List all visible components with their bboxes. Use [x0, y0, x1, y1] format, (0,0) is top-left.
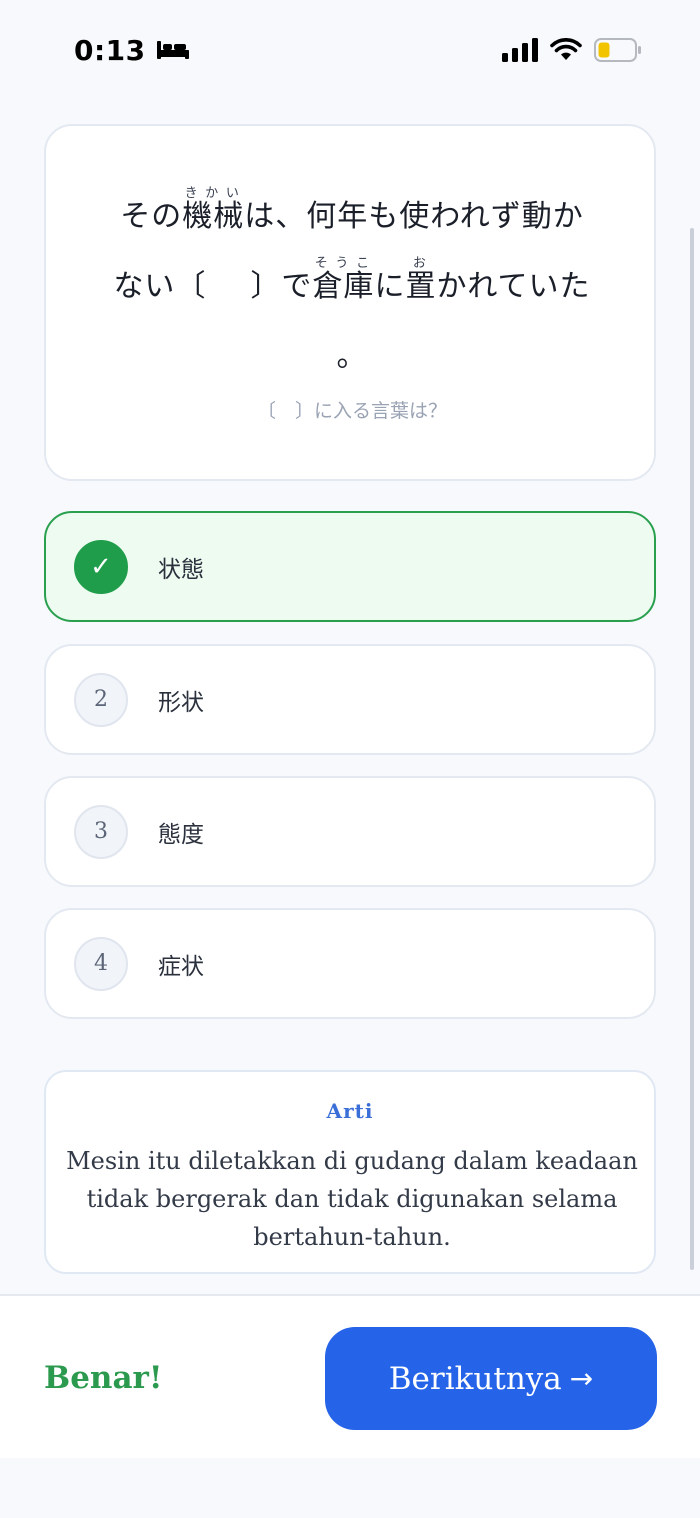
sentence-text: 〕で — [250, 269, 313, 304]
ruby-souko: 倉庫そうこ — [312, 256, 375, 304]
option-2[interactable]: 2 形状 — [44, 644, 656, 755]
option-label: 形状 — [158, 689, 204, 716]
scrollbar[interactable] — [690, 228, 694, 1270]
option-3[interactable]: 3 態度 — [44, 776, 656, 887]
option-label: 態度 — [158, 821, 204, 848]
question-hint: 〔 〕に入る言葉は？ — [256, 400, 447, 422]
sentence-text: に — [374, 269, 406, 304]
bottom-bar: Benar! Berikutnya → — [0, 1294, 700, 1458]
sentence-text: 。 — [336, 339, 368, 374]
option-label: 状態 — [158, 556, 204, 583]
ruby-kikai: 機械きかい — [182, 186, 245, 234]
status-left: 0:13 — [74, 34, 190, 67]
check-icon: ✓ — [74, 539, 128, 594]
translation-card: Arti Mesin itu diletakkan di gudang dala… — [44, 1070, 656, 1274]
sentence-text: ない〔 — [113, 269, 207, 304]
status-right — [502, 38, 642, 62]
kanji-kikai: 機械 — [182, 199, 245, 234]
option-number-badge: 4 — [74, 936, 128, 991]
wifi-icon — [550, 38, 582, 60]
option-4[interactable]: 4 症状 — [44, 908, 656, 1019]
question-card: その機械きかいは、何年も使われず動か ない〔 〕で倉庫そうこに置おかれていた 。 … — [44, 124, 656, 481]
question-sentence: その機械きかいは、何年も使われず動か ない〔 〕で倉庫そうこに置おかれていた 。 — [46, 182, 658, 392]
status-time: 0:13 — [74, 33, 146, 67]
option-number-badge: 2 — [74, 672, 128, 727]
sentence-text: は、何年も使われず動か — [244, 199, 584, 234]
battery-icon — [594, 38, 641, 62]
app-screen: 0:13 その機械きかいは、何年も使われず動か ない〔 〕で倉庫そうこに置おかれ… — [0, 0, 700, 1518]
bed-icon — [156, 41, 189, 59]
next-button-label: Berikutnya — [388, 1360, 562, 1397]
ruby-oku: 置お — [405, 256, 437, 304]
result-status: Benar! — [44, 1360, 163, 1396]
arrow-right-icon: → — [569, 1362, 594, 1395]
option-1[interactable]: ✓ 状態 — [44, 511, 656, 622]
kanji-oku: 置 — [405, 269, 437, 304]
kanji-souko: 倉庫 — [312, 269, 375, 304]
signal-icon — [502, 38, 538, 62]
status-bar: 0:13 — [0, 0, 700, 100]
option-label: 症状 — [158, 953, 204, 980]
option-number-badge: 3 — [74, 804, 128, 859]
next-button[interactable]: Berikutnya → — [325, 1327, 657, 1430]
furigana-souko: そうこ — [312, 256, 375, 271]
furigana-oku: お — [405, 256, 437, 271]
translation-text: Mesin itu diletakkan di gudang dalam kea… — [66, 1147, 638, 1251]
sentence-text: その — [120, 199, 183, 234]
sentence-text: かれていた — [436, 269, 591, 304]
translation-title: Arti — [326, 1099, 374, 1123]
furigana-kikai: きかい — [182, 186, 245, 201]
